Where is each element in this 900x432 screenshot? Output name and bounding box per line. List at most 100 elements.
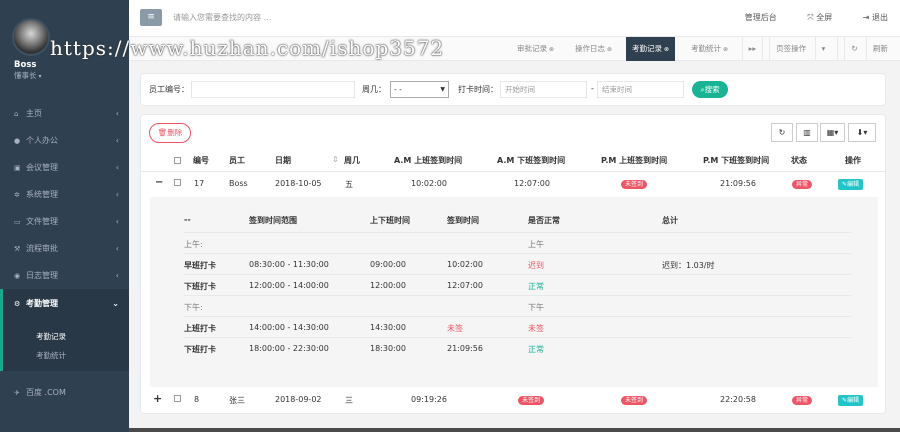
page-ops-dropdown[interactable]: 页签操作 ▾ bbox=[762, 37, 837, 61]
toggle-view-button[interactable]: ▥ bbox=[796, 123, 818, 142]
detail-row: 下午: 下午 bbox=[184, 295, 851, 316]
sidebar-item-label: 百度 .COM bbox=[26, 388, 66, 397]
detail-row: 上班打卡 14:00:00 - 14:30:00 14:30:00 未签 未签 bbox=[184, 316, 851, 337]
cell-date: 2018-09-02 bbox=[275, 395, 322, 404]
detail-normal: 下午 bbox=[528, 303, 544, 312]
edit-button[interactable]: ✎编辑 bbox=[838, 395, 864, 406]
chevron-left-icon: ‹ bbox=[115, 136, 119, 145]
col-header-pm-in[interactable]: P.M 上班签到时间 bbox=[601, 155, 667, 166]
sidebar-item-logs[interactable]: ◉ 日志管理 ‹ bbox=[0, 262, 129, 289]
weekday-select[interactable]: - - ▼ bbox=[390, 81, 449, 98]
bottom-scrollbar[interactable] bbox=[129, 428, 900, 432]
fullscreen-button[interactable]: ⤧ 全屏 bbox=[793, 13, 832, 22]
col-header-status[interactable]: 状态 bbox=[791, 155, 807, 166]
sidebar-item-meeting[interactable]: ▣ 会议管理 ‹ bbox=[0, 154, 129, 181]
gavel-icon: ⚒ bbox=[14, 245, 21, 253]
cell-employee: 张三 bbox=[229, 396, 245, 405]
cell-weekday: 五 bbox=[345, 180, 353, 189]
tab-approval-records[interactable]: 审批记录 ⊗ bbox=[511, 37, 560, 61]
page-ops-label: 页签操作 bbox=[769, 37, 812, 61]
user-icon: ● bbox=[14, 137, 21, 145]
grid-icon: ▦▾ bbox=[826, 128, 839, 137]
fullscreen-label: 全屏 bbox=[816, 13, 833, 22]
profile-role[interactable]: 懂事长 ▾ bbox=[14, 70, 42, 81]
columns-dropdown[interactable]: ▦▾ bbox=[820, 123, 845, 142]
logout-icon: ⇥ bbox=[862, 13, 870, 22]
row-checkbox[interactable] bbox=[174, 395, 181, 402]
profile-name: Boss bbox=[14, 60, 37, 70]
col-header-date[interactable]: 日期 bbox=[275, 155, 291, 166]
employee-id-input[interactable] bbox=[191, 81, 355, 98]
detail-row: 下班打卡 18:00:00 - 22:30:00 18:30:00 21:09:… bbox=[184, 337, 851, 358]
refresh-table-button[interactable]: ↻ bbox=[771, 123, 793, 142]
search-button-label: 搜索 bbox=[704, 85, 720, 94]
sidebar-item-office[interactable]: ● 个人办公 ‹ bbox=[0, 127, 129, 154]
col-header-id[interactable]: 编号 bbox=[193, 155, 209, 166]
avatar[interactable] bbox=[12, 18, 50, 56]
logout-button[interactable]: ⇥ 退出 bbox=[849, 13, 888, 22]
col-header-weekday[interactable]: 周几 bbox=[344, 155, 360, 166]
col-header-pm-out[interactable]: P.M 下班签到时间 bbox=[703, 155, 769, 166]
detail-label: 上班打卡 bbox=[184, 324, 216, 333]
collapse-row-button[interactable]: − bbox=[155, 177, 163, 188]
select-all-checkbox[interactable] bbox=[174, 157, 181, 164]
status-badge: 异常 bbox=[792, 180, 813, 189]
col-header-actions[interactable]: 操作 bbox=[845, 155, 861, 166]
col-header-employee[interactable]: 员工 bbox=[229, 155, 245, 166]
end-time-input[interactable]: 结束时间 bbox=[597, 81, 684, 98]
gear-icon: ✲ bbox=[14, 191, 20, 199]
col-header-am-in[interactable]: A.M 上班签到时间 bbox=[394, 155, 462, 166]
sidebar-item-label: 流程审批 bbox=[26, 244, 58, 253]
detail-normal: 正常 bbox=[528, 282, 544, 291]
sidebar-item-label: 考勤管理 bbox=[26, 299, 58, 308]
col-header-am-out[interactable]: A.M 下班签到时间 bbox=[497, 155, 565, 166]
admin-link[interactable]: 管理后台 bbox=[745, 13, 777, 22]
sidebar-item-files[interactable]: ▭ 文件管理 ‹ bbox=[0, 208, 129, 235]
status-badge: 异常 bbox=[792, 396, 813, 405]
cell-weekday: 三 bbox=[345, 396, 353, 405]
detail-shift-time: 18:30:00 bbox=[370, 344, 406, 353]
chevron-left-icon: ‹ bbox=[115, 217, 119, 226]
sidebar-item-attendance[interactable]: ⚙ 考勤管理 ⌄ bbox=[0, 289, 129, 319]
tab-attendance-records[interactable]: 考勤记录 ⊗ bbox=[626, 37, 676, 61]
search-input[interactable]: 请输入您需要查找的内容 … bbox=[173, 12, 272, 23]
tabs-scroll-right-button[interactable]: ▸▸ bbox=[741, 37, 763, 61]
start-time-input[interactable]: 开始时间 bbox=[500, 81, 587, 98]
detail-normal: 正常 bbox=[528, 345, 544, 354]
tab-attendance-stats[interactable]: 考勤统计 ⊗ bbox=[685, 37, 734, 61]
search-button[interactable]: ⌕搜索 bbox=[692, 81, 728, 98]
tab-operation-log[interactable]: 操作日志 ⊗ bbox=[569, 37, 618, 61]
row-checkbox[interactable] bbox=[174, 179, 181, 186]
sidebar-item-home[interactable]: ⌂ 主页 ‹ bbox=[0, 100, 129, 127]
cell-id: 17 bbox=[194, 179, 205, 188]
range-dash: - bbox=[591, 84, 594, 93]
edit-button[interactable]: ✎编辑 bbox=[838, 179, 864, 190]
menu-toggle-button[interactable]: ≡ bbox=[140, 9, 162, 26]
cell-pm-out: 21:09:56 bbox=[720, 179, 756, 188]
detail-range: 12:00:00 - 14:00:00 bbox=[249, 281, 329, 290]
header-divider bbox=[141, 171, 885, 172]
sidebar-item-label: 会议管理 bbox=[26, 163, 58, 172]
trash-icon: 🗑 bbox=[157, 128, 168, 137]
sidebar-item-label: 文件管理 bbox=[26, 217, 58, 226]
sort-icon[interactable]: ⇕ bbox=[332, 155, 339, 164]
close-icon[interactable]: ⊗ bbox=[549, 46, 554, 53]
punch-time-label: 打卡时间： bbox=[458, 85, 498, 94]
export-dropdown[interactable]: ⬇▾ bbox=[848, 123, 876, 142]
chevron-left-icon: ‹ bbox=[115, 244, 119, 253]
subnav-item-stats[interactable]: 考勤统计 bbox=[3, 346, 129, 365]
eye-icon: ◉ bbox=[14, 272, 21, 280]
expand-row-button[interactable]: + bbox=[153, 392, 162, 405]
columns-icon: ▥ bbox=[803, 128, 811, 137]
delete-button[interactable]: 🗑删除 bbox=[149, 123, 191, 143]
close-icon[interactable]: ⊗ bbox=[664, 46, 669, 53]
sidebar-item-system[interactable]: ✲ 系统管理 ‹ bbox=[0, 181, 129, 208]
refresh-tab-button[interactable]: ↻ 刷新 bbox=[837, 37, 900, 61]
filter-panel: 员工编号： 周几： - - ▼ 打卡时间： 开始时间 - 结束时间 ⌕搜索 bbox=[140, 73, 886, 106]
subnav-item-records[interactable]: 考勤记录 bbox=[3, 327, 129, 346]
sidebar-item-approval[interactable]: ⚒ 流程审批 ‹ bbox=[0, 235, 129, 262]
close-icon[interactable]: ⊗ bbox=[607, 46, 612, 53]
close-icon[interactable]: ⊗ bbox=[723, 46, 728, 53]
sidebar-item-baidu[interactable]: ✈ 百度 .COM bbox=[0, 379, 129, 406]
topbar-actions: 管理后台 ⤧ 全屏 ⇥ 退出 bbox=[731, 12, 888, 23]
